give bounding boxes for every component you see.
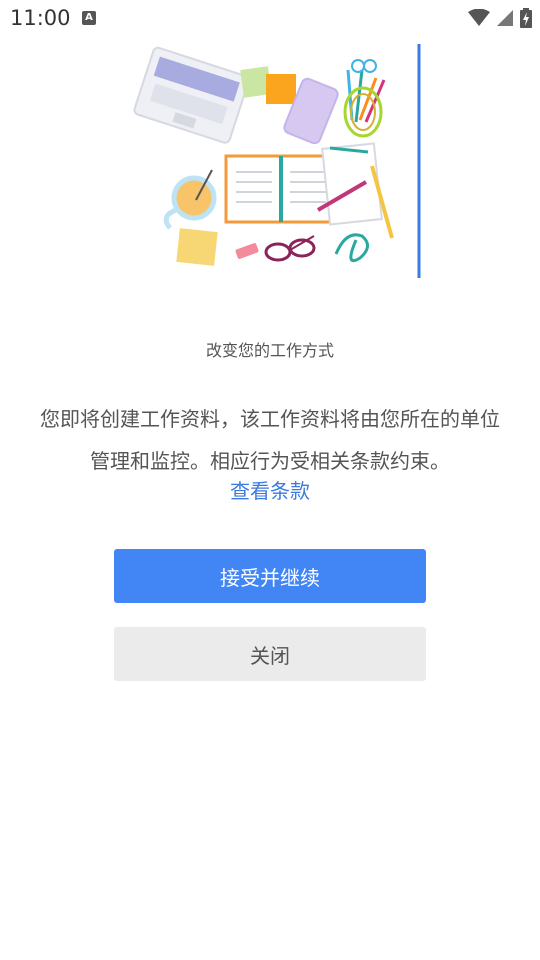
workspace-illustration xyxy=(133,44,421,278)
coffee-cup-icon xyxy=(163,169,217,230)
battery-icon xyxy=(520,8,532,28)
accept-continue-button[interactable]: 接受并继续 xyxy=(114,549,426,603)
book-icon xyxy=(224,154,338,224)
view-terms-link[interactable]: 查看条款 xyxy=(0,475,540,504)
status-bar: 11:00 A xyxy=(0,0,540,36)
wifi-icon xyxy=(468,9,490,26)
pencil-cup-icon xyxy=(343,59,386,138)
status-icons xyxy=(468,6,532,30)
close-button[interactable]: 关闭 xyxy=(114,627,426,681)
signal-icon xyxy=(497,10,513,26)
keyboard-indicator-icon: A xyxy=(82,11,96,25)
status-time: 11:00 xyxy=(10,6,71,30)
description-text: 您即将创建工作资料，该工作资料将由您所在的单位管理和监控。相应行为受相关条款约束… xyxy=(40,407,500,473)
glasses-icon xyxy=(264,235,316,262)
page-title: 改变您的工作方式 xyxy=(205,341,334,360)
laptop-icon xyxy=(133,46,250,144)
